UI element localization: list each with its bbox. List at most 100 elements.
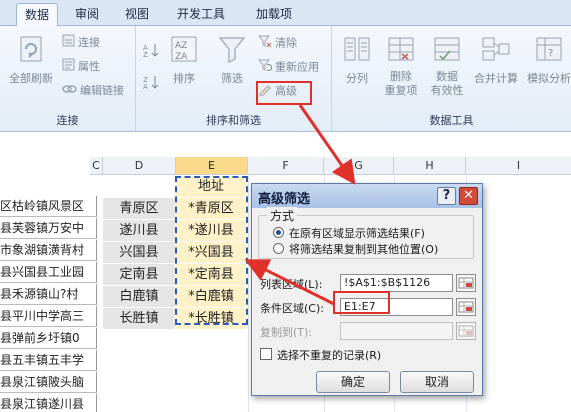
cell-d6[interactable]: 白鹿镇 <box>103 286 175 307</box>
sort-asc-icon: AZ <box>143 42 161 63</box>
cell-a3[interactable]: 县芙蓉镇万安中 <box>0 218 97 239</box>
cell-e5[interactable]: *定南县 <box>176 264 246 285</box>
data-validation-button[interactable]: 数据 有效性 <box>426 34 468 98</box>
cell-a7[interactable]: 县平川中学高三 <box>0 306 97 327</box>
cell-a4[interactable]: 市象湖镇潢背村 <box>0 240 97 261</box>
ok-button[interactable]: 确定 <box>316 371 390 393</box>
cell-a8[interactable]: 县弹前乡圩镇0 <box>0 328 97 349</box>
sort-button[interactable]: AZ ZA 排序 <box>166 34 202 86</box>
properties-button[interactable]: 属性 <box>62 58 100 74</box>
option-copy-label[interactable]: 将筛选结果复制到其他位置(O) <box>289 241 438 257</box>
data-validation-label-1: 数据 <box>436 70 458 83</box>
cell-e2[interactable]: *青原区 <box>176 198 246 219</box>
help-button[interactable]: ? <box>437 187 456 205</box>
sort-label: 排序 <box>173 72 195 85</box>
criteria-range-label: 条件区域(C): <box>260 302 324 315</box>
advanced-highlight-box <box>256 81 312 105</box>
column-header-i[interactable]: I <box>466 157 571 175</box>
cell-e7[interactable]: *长胜镇 <box>176 308 246 329</box>
list-range-label: 列表区域(L): <box>260 278 323 291</box>
cell-a6[interactable]: 县禾源镇山?村 <box>0 284 97 305</box>
sort-ascending-button[interactable]: AZ <box>143 42 164 59</box>
tab-review[interactable]: 审阅 <box>66 3 108 26</box>
cancel-button[interactable]: 取消 <box>400 371 474 393</box>
filter-label: 筛选 <box>221 72 243 85</box>
column-header-g[interactable]: G <box>324 157 394 175</box>
reapply-button[interactable]: 重新应用 <box>257 58 319 74</box>
criteria-range-collapse-button[interactable] <box>456 298 476 316</box>
svg-text:Z: Z <box>143 51 148 58</box>
range-select-icon <box>458 277 474 289</box>
text-to-columns-button[interactable]: 分列 <box>336 34 378 86</box>
group-sort-filter: AZ ZA AZ ZA 排序 筛选 清除 重新应用 高级 排序和筛选 <box>136 26 332 132</box>
copy-to-collapse-button[interactable] <box>456 322 476 340</box>
range-select-icon <box>458 301 474 313</box>
filter-button[interactable]: 筛选 <box>214 34 250 86</box>
consolidate-button[interactable]: 合并计算 <box>470 34 522 86</box>
copy-to-label: 复制到(T): <box>260 326 313 339</box>
refresh-all-label: 全部刷新 <box>9 72 53 85</box>
option-in-place-label[interactable]: 在原有区域显示筛选结果(F) <box>289 225 425 241</box>
properties-label: 属性 <box>78 60 100 73</box>
remove-duplicates-button[interactable]: 删除 重复项 <box>380 34 422 98</box>
clear-filter-button[interactable]: 清除 <box>257 34 297 53</box>
unique-records-checkbox[interactable] <box>260 348 272 360</box>
cell-e1-header[interactable]: 地址 <box>176 176 246 197</box>
sort-descending-button[interactable]: ZA <box>143 74 164 91</box>
svg-text:ZA: ZA <box>175 52 188 62</box>
group-sort-filter-label: 排序和筛选 <box>206 114 261 127</box>
edit-links-button[interactable]: 编辑链接 <box>62 82 124 98</box>
group-connections-label: 连接 <box>56 114 79 127</box>
column-header-e[interactable]: E <box>176 157 248 175</box>
cell-d5[interactable]: 定南县 <box>103 264 175 285</box>
cell-a5[interactable]: 县兴国县工业园 <box>0 262 97 283</box>
cell-e4[interactable]: *兴国县 <box>176 242 246 263</box>
tab-data[interactable]: 数据 <box>16 3 58 27</box>
cell-a11[interactable]: 县泉江镇遂川县 <box>0 394 97 412</box>
radio-in-place[interactable] <box>273 227 284 238</box>
cell-a2[interactable]: 区枯岭镇风景区 <box>0 196 97 217</box>
cell-d3[interactable]: 遂川县 <box>103 220 175 241</box>
list-range-collapse-button[interactable] <box>456 274 476 292</box>
clear-filter-icon <box>257 34 272 53</box>
criteria-highlight-box <box>333 291 390 314</box>
column-header-h[interactable]: H <box>394 157 466 175</box>
refresh-all-button[interactable]: 全部刷新 <box>4 34 58 86</box>
funnel-icon <box>214 34 250 67</box>
cell-d2[interactable]: 青原区 <box>103 198 175 219</box>
column-header-d[interactable]: D <box>103 157 176 175</box>
copy-to-input[interactable] <box>340 322 453 340</box>
data-validation-icon <box>426 34 468 67</box>
list-range-input[interactable]: !$A$1:$B$1126 <box>340 274 453 292</box>
connections-label: 连接 <box>78 36 100 49</box>
tab-view[interactable]: 视图 <box>116 3 158 26</box>
tab-developer[interactable]: 开发工具 <box>168 3 234 26</box>
reapply-label: 重新应用 <box>275 60 319 74</box>
tab-addins[interactable]: 加载项 <box>246 3 302 26</box>
column-header-f[interactable]: F <box>248 157 324 175</box>
connections-button[interactable]: 连接 <box>62 34 100 50</box>
properties-icon <box>62 58 75 76</box>
svg-text:A: A <box>143 83 148 90</box>
cell-d4[interactable]: 兴国县 <box>103 242 175 263</box>
unique-records-label[interactable]: 选择不重复的记录(R) <box>277 347 381 363</box>
cell-e3[interactable]: *遂川县 <box>176 220 246 241</box>
group-connections: 全部刷新 连接 属性 编辑链接 连接 <box>0 26 136 132</box>
svg-text:?: ? <box>548 48 553 59</box>
cell-a9[interactable]: 县五丰镇五丰学 <box>0 350 97 371</box>
remove-duplicates-icon <box>380 34 422 67</box>
group-data-tools-label: 数据工具 <box>429 114 474 127</box>
sort-desc-icon: ZA <box>143 74 161 95</box>
column-header-c[interactable]: C <box>90 157 103 175</box>
advanced-filter-dialog: 高级筛选 ? ✕ 方式 在原有区域显示筛选结果(F) 将筛选结果复制到其他位置(… <box>251 183 483 396</box>
cell-e6[interactable]: *白鹿镇 <box>176 286 246 307</box>
data-validation-label-2: 有效性 <box>430 84 464 97</box>
close-button[interactable]: ✕ <box>459 187 478 205</box>
cell-d7[interactable]: 长胜镇 <box>103 308 175 329</box>
cell-a10[interactable]: 县泉江镇陂头脑 <box>0 372 97 393</box>
what-if-analysis-button[interactable]: ? 模拟分析 <box>524 34 571 86</box>
edit-links-label: 编辑链接 <box>80 84 124 97</box>
radio-copy[interactable] <box>273 243 284 254</box>
dialog-title-bar[interactable]: 高级筛选 ? ✕ <box>252 184 482 208</box>
remove-duplicates-label-1: 删除 <box>390 70 412 83</box>
